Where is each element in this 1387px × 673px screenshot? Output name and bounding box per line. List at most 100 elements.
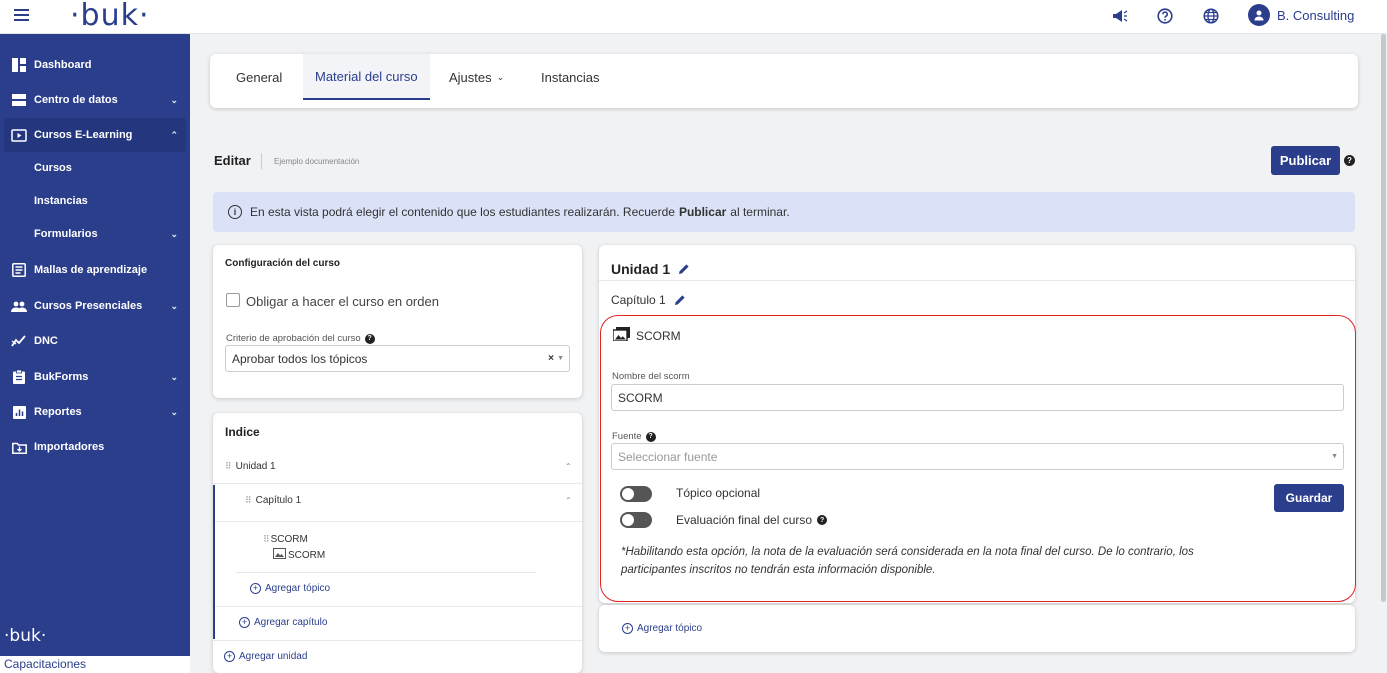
course-name: Ejemplo documentación bbox=[274, 157, 360, 166]
clear-icon[interactable]: × bbox=[548, 353, 554, 364]
order-checkbox[interactable] bbox=[226, 293, 240, 307]
final-eval-toggle[interactable] bbox=[620, 512, 652, 528]
app-name: Capacitaciones bbox=[0, 656, 190, 673]
index-title: Indice bbox=[225, 425, 260, 439]
scorm-icon bbox=[273, 548, 286, 562]
scorm-name-input[interactable]: SCORM bbox=[611, 384, 1344, 411]
source-label: Fuente ? bbox=[612, 431, 656, 442]
add-unit-link[interactable]: + Agregar unidad bbox=[224, 651, 307, 662]
final-eval-label: Evaluación final del curso ? bbox=[676, 513, 828, 527]
chart-icon bbox=[11, 334, 27, 348]
chevron-down-icon: ⌄ bbox=[170, 406, 178, 417]
plus-circle-icon: + bbox=[250, 583, 261, 594]
index-topic[interactable]: ⠿ SCORM bbox=[263, 534, 308, 545]
tab-ajustes[interactable]: Ajustes ⌄ bbox=[449, 54, 504, 100]
plus-circle-icon: + bbox=[224, 651, 235, 662]
drag-handle-icon[interactable]: ⠿ bbox=[263, 534, 270, 545]
chevron-up-icon: ⌃ bbox=[170, 129, 178, 140]
scorm-icon bbox=[612, 327, 630, 344]
user-name: B. Consulting bbox=[1277, 7, 1355, 23]
import-icon bbox=[11, 440, 27, 454]
divider bbox=[236, 572, 536, 573]
index-chapter[interactable]: ⠿ Capítulo 1 bbox=[245, 495, 301, 506]
sidebar-item-cursos[interactable]: Cursos bbox=[0, 151, 190, 185]
megaphone-icon[interactable] bbox=[1110, 6, 1130, 26]
criterion-select[interactable]: Aprobar todos los tópicos × ▼ bbox=[225, 345, 570, 372]
clipboard-icon bbox=[11, 370, 27, 384]
sidebar-item-cursos-elearning[interactable]: Cursos E-Learning ⌃ bbox=[4, 118, 186, 152]
sidebar-item-instancias[interactable]: Instancias bbox=[0, 184, 190, 218]
chevron-down-icon: ⌄ bbox=[170, 300, 178, 311]
plus-circle-icon: + bbox=[239, 617, 250, 628]
publish-button[interactable]: Publicar bbox=[1271, 146, 1340, 175]
add-chapter-link[interactable]: + Agregar capítulo bbox=[239, 617, 327, 628]
book-icon bbox=[11, 263, 27, 277]
page-scrollbar[interactable] bbox=[1380, 34, 1387, 673]
buk-logo[interactable]: ·buk· bbox=[70, 0, 150, 33]
chevron-up-icon[interactable]: ⌃ bbox=[565, 496, 572, 505]
criterion-label: Criterio de aprobación del curso ? bbox=[226, 333, 375, 344]
sidebar-item-mallas[interactable]: Mallas de aprendizaje bbox=[0, 253, 190, 287]
drag-handle-icon[interactable]: ⠿ bbox=[245, 495, 252, 506]
sidebar-item-dnc[interactable]: DNC bbox=[0, 324, 190, 358]
user-avatar-icon bbox=[1248, 4, 1270, 26]
chevron-down-icon: ⌄ bbox=[496, 71, 505, 82]
index-card: Indice ⠿ Unidad 1 ⌃ ⠿ Capítulo 1 ⌃ ⠿ SCO… bbox=[213, 413, 582, 673]
play-screen-icon bbox=[11, 128, 27, 142]
help-icon[interactable]: ? bbox=[817, 515, 828, 525]
sidebar-item-cursos-presenciales[interactable]: Cursos Presenciales ⌄ bbox=[0, 289, 190, 323]
add-topic-card: + Agregar tópico bbox=[599, 605, 1355, 652]
final-eval-note: *Habilitando esta opción, la nota de la … bbox=[621, 546, 1194, 576]
scrollbar-thumb[interactable] bbox=[1381, 34, 1386, 602]
caret-down-icon: ▼ bbox=[557, 355, 564, 362]
sidebar: Dashboard Centro de datos ⌄ Cursos E-Lea… bbox=[0, 34, 190, 656]
tab-general[interactable]: General bbox=[236, 54, 282, 100]
tab-material-curso[interactable]: Material del curso bbox=[303, 54, 430, 100]
user-menu[interactable]: B. Consulting bbox=[1248, 4, 1354, 26]
course-config-card: Configuración del curso Obligar a hacer … bbox=[213, 245, 582, 398]
info-icon: i bbox=[228, 205, 242, 219]
footer-logo: ·buk· bbox=[4, 626, 47, 646]
dashboard-icon bbox=[11, 58, 27, 72]
chevron-down-icon: ⌄ bbox=[170, 228, 178, 239]
help-icon[interactable]: ? bbox=[364, 333, 375, 344]
help-circle-icon[interactable] bbox=[1155, 6, 1175, 26]
sidebar-item-reportes[interactable]: Reportes ⌄ bbox=[0, 395, 190, 429]
edit-pencil-icon[interactable] bbox=[678, 263, 690, 275]
optional-topic-toggle[interactable] bbox=[620, 486, 652, 502]
drag-handle-icon[interactable]: ⠿ bbox=[225, 461, 232, 472]
source-select[interactable]: Seleccionar fuente ▼ bbox=[611, 443, 1344, 470]
help-icon[interactable]: ? bbox=[1344, 155, 1355, 166]
scorm-header: SCORM bbox=[612, 327, 681, 344]
index-topic-type: SCORM bbox=[273, 548, 325, 562]
chapter-title: Capítulo 1 bbox=[611, 293, 686, 307]
help-icon[interactable]: ? bbox=[645, 431, 656, 442]
sidebar-item-bukforms[interactable]: BukForms ⌄ bbox=[0, 360, 190, 394]
people-icon bbox=[11, 299, 27, 313]
sidebar-item-dashboard[interactable]: Dashboard bbox=[0, 48, 190, 82]
add-topic-link[interactable]: + Agregar tópico bbox=[250, 583, 330, 594]
scorm-topic-editor: SCORM Nombre del scorm SCORM Fuente ? Se… bbox=[600, 315, 1356, 602]
divider bbox=[213, 483, 582, 484]
unit-indicator bbox=[213, 485, 215, 639]
sidebar-item-centro-datos[interactable]: Centro de datos ⌄ bbox=[0, 83, 190, 117]
divider bbox=[215, 521, 582, 522]
globe-icon[interactable] bbox=[1201, 6, 1221, 26]
sidebar-item-importadores[interactable]: Importadores bbox=[0, 430, 190, 464]
chevron-down-icon: ⌄ bbox=[170, 371, 178, 382]
edit-pencil-icon[interactable] bbox=[674, 294, 686, 306]
chevron-down-icon: ⌄ bbox=[170, 94, 178, 105]
menu-icon[interactable] bbox=[14, 9, 29, 23]
plus-circle-icon: + bbox=[622, 623, 633, 634]
scorm-name-label: Nombre del scorm bbox=[612, 371, 690, 382]
save-button[interactable]: Guardar bbox=[1274, 484, 1344, 512]
add-topic-button[interactable]: + Agregar tópico bbox=[622, 623, 702, 634]
chevron-up-icon[interactable]: ⌃ bbox=[565, 462, 572, 471]
report-icon bbox=[11, 405, 27, 419]
config-title: Configuración del curso bbox=[225, 258, 341, 269]
page-title: Editar bbox=[214, 153, 251, 168]
optional-topic-label: Tópico opcional bbox=[676, 486, 761, 500]
tab-instancias[interactable]: Instancias bbox=[541, 54, 600, 100]
index-unit[interactable]: ⠿ Unidad 1 bbox=[225, 461, 276, 472]
sidebar-item-formularios[interactable]: Formularios ⌄ bbox=[0, 217, 190, 251]
